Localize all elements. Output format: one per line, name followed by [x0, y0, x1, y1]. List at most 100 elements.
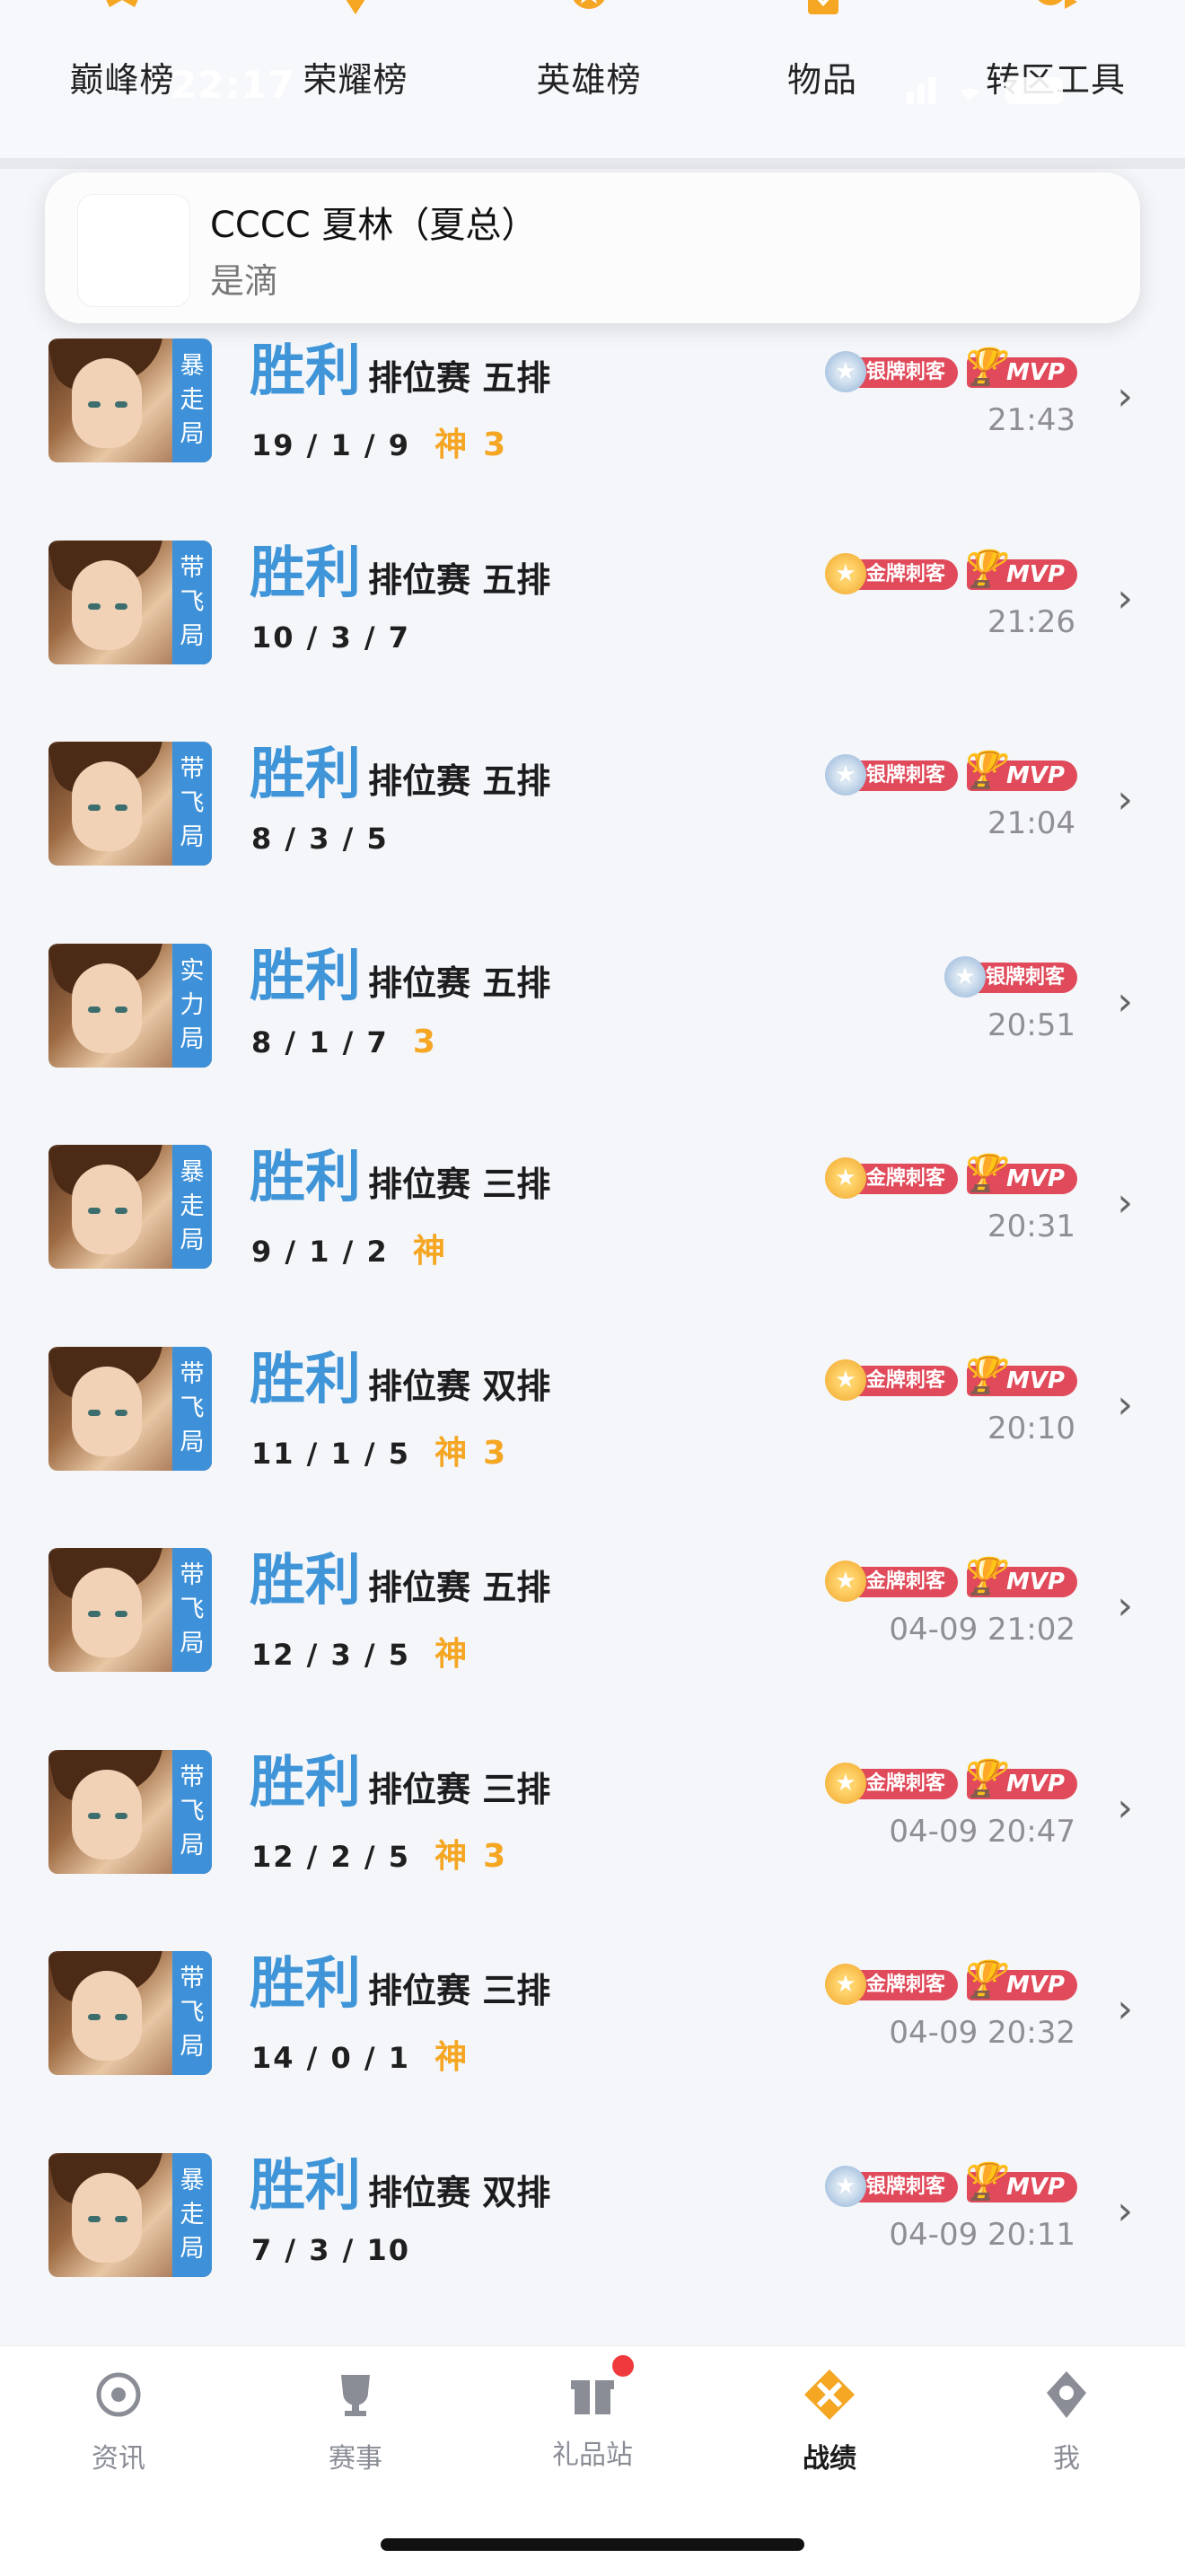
match-badges: ★ 银牌刺客 🏆 MVP: [824, 2164, 1077, 2207]
badge-label: 金牌刺客: [865, 1772, 945, 1795]
tab-news[interactable]: 资讯: [29, 2366, 208, 2475]
match-type-tag: 带飞局: [172, 1548, 212, 1672]
match-row[interactable]: 带飞局 胜利 排位赛 五排 10 / 3 / 7 ★ 金牌刺客 🏆 MVP 21:26…: [0, 532, 1185, 734]
match-type-tag: 带飞局: [172, 1346, 212, 1471]
medal-icon: ★: [824, 1358, 866, 1401]
match-type-tag: 暴走局: [172, 1145, 212, 1269]
match-row[interactable]: 带飞局 胜利 排位赛 双排 11 / 1 / 5 神3 ★ 金牌刺客 🏆 MVP 20…: [0, 1339, 1185, 1540]
trophy-icon: 🏆: [960, 1959, 1005, 2000]
kda-badge: 神: [434, 1636, 470, 1673]
status-icons: [907, 77, 1063, 104]
match-mode: 排位赛 三排: [368, 1971, 551, 2010]
chevron-right-icon[interactable]: ›: [1117, 576, 1133, 621]
match-tag-char: 局: [180, 2234, 205, 2263]
kda-badges: 神3: [434, 418, 522, 465]
tab-battle-record[interactable]: 战绩: [740, 2366, 919, 2475]
badge-label: MVP: [1005, 762, 1065, 789]
match-badges: ★ 金牌刺客 🏆 MVP: [824, 551, 1077, 594]
match-time: 21:43: [988, 402, 1075, 438]
match-result: 胜利: [250, 1345, 362, 1411]
match-tag-char: 暴: [180, 2166, 205, 2194]
match-tag-char: 飞: [180, 1999, 205, 2027]
rank-badge: ★ 金牌刺客: [824, 1561, 958, 1602]
match-row[interactable]: 带飞局 胜利 排位赛 五排 12 / 3 / 5 神 ★ 金牌刺客 🏆 MVP 04-…: [0, 1540, 1185, 1741]
kda-line: 14 / 0 / 1 神: [251, 2031, 483, 2078]
trophy-icon: 🏆: [960, 548, 1005, 590]
tool-label: 物品: [786, 60, 857, 100]
profile-icon: [1047, 2371, 1086, 2418]
match-type-tag: 暴走局: [172, 2152, 212, 2277]
hero-avatar: 暴走局: [48, 2152, 212, 2277]
battery-icon: [1005, 77, 1063, 104]
kda-line: 12 / 3 / 5 神: [251, 1628, 483, 1675]
mvp-badge: 🏆 MVP: [960, 1761, 1077, 1799]
badge-label: MVP: [1005, 1367, 1065, 1394]
match-type-tag: 带飞局: [172, 1951, 212, 2075]
chevron-right-icon[interactable]: ›: [1117, 1986, 1133, 2032]
notification-app-icon: [77, 194, 190, 307]
tool-hero-rank[interactable]: 英雄榜: [499, 0, 679, 158]
match-row[interactable]: 实力局 胜利 排位赛 五排 8 / 1 / 7 3 ★ 银牌刺客 20:51 ›: [0, 936, 1185, 1137]
chevron-right-icon[interactable]: ›: [1117, 979, 1133, 1024]
match-tag-char: 暴: [180, 1158, 205, 1186]
status-time: 22:17: [171, 63, 295, 107]
kda-badge: 神: [412, 1233, 447, 1270]
kda-line: 8 / 1 / 7 3: [251, 1024, 452, 1060]
match-mode: 排位赛 五排: [368, 559, 551, 600]
rank-badge: ★ 金牌刺客: [824, 552, 958, 594]
kda-line: 8 / 3 / 5: [251, 822, 413, 856]
match-tag-char: 飞: [180, 1797, 205, 1825]
match-row[interactable]: 带飞局 胜利 排位赛 三排 14 / 0 / 1 神 ★ 金牌刺客 🏆 MVP 04-…: [0, 1943, 1185, 2144]
match-row[interactable]: 带飞局 胜利 排位赛 五排 8 / 3 / 5 ★ 银牌刺客 🏆 MVP 21:04 …: [0, 734, 1185, 935]
mvp-badge: 🏆 MVP: [960, 2164, 1077, 2202]
match-type-tag: 实力局: [172, 943, 212, 1068]
notification-subtitle: 是滴: [210, 261, 279, 301]
chevron-right-icon[interactable]: ›: [1117, 1785, 1133, 1831]
kda-line: 12 / 2 / 5 神3: [251, 1830, 522, 1877]
chevron-right-icon[interactable]: ›: [1117, 1583, 1133, 1629]
match-time: 20:10: [988, 1410, 1075, 1446]
notification-dot: [612, 2355, 634, 2377]
mvp-badge: 🏆 MVP: [960, 752, 1077, 791]
kda-value: 8 / 1 / 7: [251, 1024, 389, 1059]
badge-label: 金牌刺客: [865, 1974, 945, 1996]
mvp-badge: 🏆 MVP: [960, 1358, 1077, 1396]
badge-label: MVP: [1005, 1569, 1065, 1596]
match-tag-char: 飞: [180, 789, 205, 817]
mvp-badge: 🏆 MVP: [960, 349, 1077, 388]
kda-value: 12 / 3 / 5: [251, 1638, 410, 1672]
chevron-right-icon[interactable]: ›: [1117, 1180, 1133, 1226]
chevron-right-icon[interactable]: ›: [1117, 1382, 1133, 1428]
match-result: 胜利: [250, 2151, 362, 2218]
match-row[interactable]: 暴走局 胜利 排位赛 五排 19 / 1 / 9 神3 ★ 银牌刺客 🏆 MVP 21…: [0, 330, 1185, 532]
notification-banner[interactable]: CCCC 夏林（夏总） 是滴: [45, 172, 1140, 323]
tab-events[interactable]: 赛事: [266, 2366, 445, 2475]
chevron-right-icon[interactable]: ›: [1117, 374, 1133, 419]
tab-me[interactable]: 我: [977, 2366, 1156, 2475]
kda-value: 9 / 1 / 2: [251, 1235, 389, 1269]
match-row[interactable]: 暴走局 胜利 排位赛 双排 7 / 3 / 10 ★ 银牌刺客 🏆 MVP 04-09…: [0, 2145, 1185, 2346]
mvp-badge: 🏆 MVP: [960, 551, 1077, 590]
hero-avatar: 实力局: [48, 943, 212, 1068]
kda-value: 7 / 3 / 10: [251, 2232, 410, 2267]
match-tag-char: 局: [180, 1831, 205, 1859]
match-tag-char: 局: [180, 1226, 205, 1254]
kda-value: 8 / 3 / 5: [251, 822, 389, 856]
tool-items[interactable]: 物品: [733, 0, 912, 158]
rank-badge: ★ 银牌刺客: [824, 754, 958, 796]
mvp-badge: 🏆 MVP: [960, 1962, 1077, 2000]
tab-gifts[interactable]: 礼品站: [503, 2355, 682, 2472]
chevron-right-icon[interactable]: ›: [1117, 777, 1133, 822]
rank-badge: ★ 金牌刺客: [824, 1157, 958, 1199]
medal-icon: ★: [824, 1762, 866, 1804]
kda-badges: 3: [413, 1024, 452, 1060]
match-tag-char: 飞: [180, 1596, 205, 1623]
match-row[interactable]: 暴走局 胜利 排位赛 三排 9 / 1 / 2 神 ★ 金牌刺客 🏆 MVP 20:3…: [0, 1137, 1185, 1338]
chevron-right-icon[interactable]: ›: [1117, 2188, 1133, 2234]
match-row[interactable]: 带飞局 胜利 排位赛 三排 12 / 2 / 5 神3 ★ 金牌刺客 🏆 MVP 04…: [0, 1742, 1185, 1943]
match-tag-char: 局: [180, 823, 205, 851]
match-time: 04-09 21:02: [889, 1612, 1075, 1648]
mvp-badge: 🏆 MVP: [960, 1156, 1077, 1194]
notification-title: CCCC 夏林（夏总）: [210, 205, 538, 246]
match-mode: 排位赛 三排: [368, 1769, 551, 1809]
